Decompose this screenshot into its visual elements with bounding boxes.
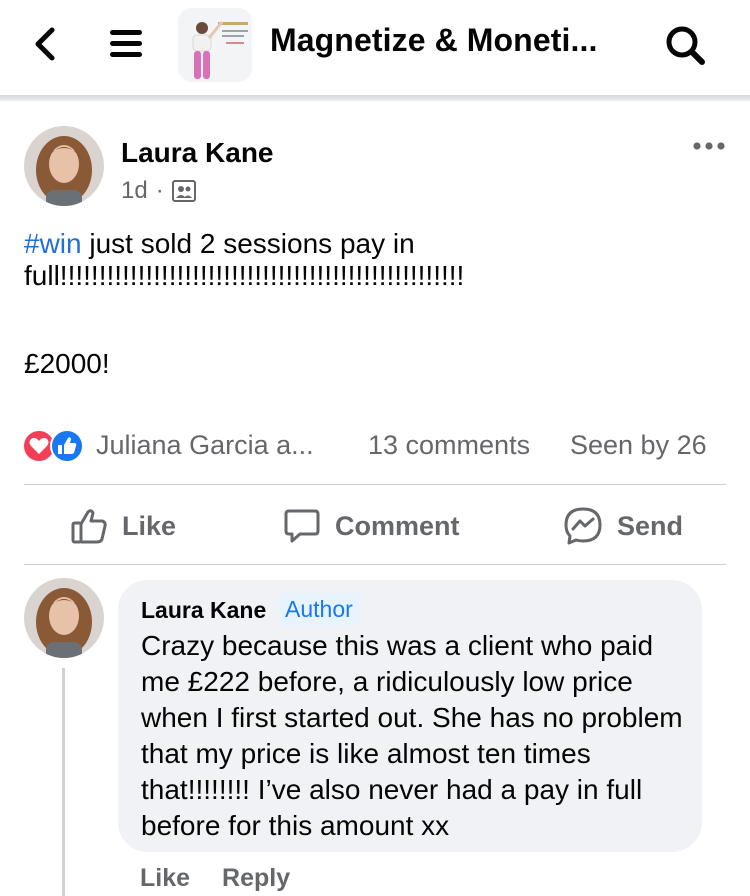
more-horizontal-icon <box>693 142 725 150</box>
menu-button[interactable] <box>108 24 148 64</box>
group-audience-icon <box>171 180 196 202</box>
author-badge: Author <box>279 593 359 626</box>
more-options-button[interactable] <box>690 136 730 156</box>
search-icon <box>666 26 705 65</box>
reactions-summary: Juliana Garcia a... 13 comments Seen by … <box>22 426 732 466</box>
post-author-name[interactable]: Laura Kane <box>121 137 274 169</box>
like-label: Like <box>122 510 177 541</box>
group-title[interactable]: Magnetize & Moneti... <box>270 22 597 59</box>
like-button[interactable]: Like <box>70 504 176 548</box>
profile-photo <box>24 126 104 206</box>
hashtag-link[interactable]: #win <box>24 228 82 259</box>
divider <box>24 564 726 565</box>
post-amount-text: £2000! <box>24 348 110 379</box>
meta-separator: · <box>155 177 164 204</box>
comment-avatar[interactable] <box>24 578 104 658</box>
post-meta: 1d · <box>121 177 196 205</box>
comment-like-button[interactable]: Like <box>140 864 190 893</box>
comment-label: Comment <box>335 510 460 541</box>
divider <box>24 484 726 485</box>
seen-by-count[interactable]: Seen by 26 <box>570 430 707 461</box>
post-text: #win just sold 2 sessions pay in full!!!… <box>24 228 724 292</box>
reaction-icons[interactable] <box>22 428 94 464</box>
send-label: Send <box>617 510 684 541</box>
search-button[interactable] <box>662 22 708 68</box>
back-button[interactable] <box>30 24 66 64</box>
post-text-content: just sold 2 sessions pay in full!!!!!!!!… <box>24 228 465 291</box>
comment-bubble[interactable]: Laura Kane Author Crazy because this was… <box>118 580 702 852</box>
avatar[interactable] <box>24 126 104 206</box>
comment-actions: Like Reply <box>140 864 322 893</box>
group-cover-illustration <box>178 8 252 82</box>
comment-reply-button[interactable]: Reply <box>222 864 290 893</box>
messenger-icon <box>564 507 602 545</box>
comments-count[interactable]: 13 comments <box>368 430 530 461</box>
comment-button[interactable]: Comment <box>283 504 460 548</box>
group-cover-image[interactable] <box>178 8 252 82</box>
post-time[interactable]: 1d <box>121 177 148 205</box>
like-reaction-icon <box>50 429 84 463</box>
header-divider <box>0 95 750 101</box>
chevron-left-icon <box>35 27 55 61</box>
comment-thread-line <box>62 668 65 896</box>
profile-photo <box>24 578 104 658</box>
top-app-bar: Magnetize & Moneti... <box>0 0 750 96</box>
thumbs-up-icon <box>71 509 107 544</box>
comment-text: Crazy because this was a client who paid… <box>141 630 683 841</box>
speech-bubble-icon <box>284 509 320 543</box>
hamburger-icon <box>110 30 142 57</box>
send-button[interactable]: Send <box>563 504 683 548</box>
reactors-names[interactable]: Juliana Garcia a... <box>96 430 314 461</box>
comment-author-name[interactable]: Laura Kane <box>141 597 266 624</box>
